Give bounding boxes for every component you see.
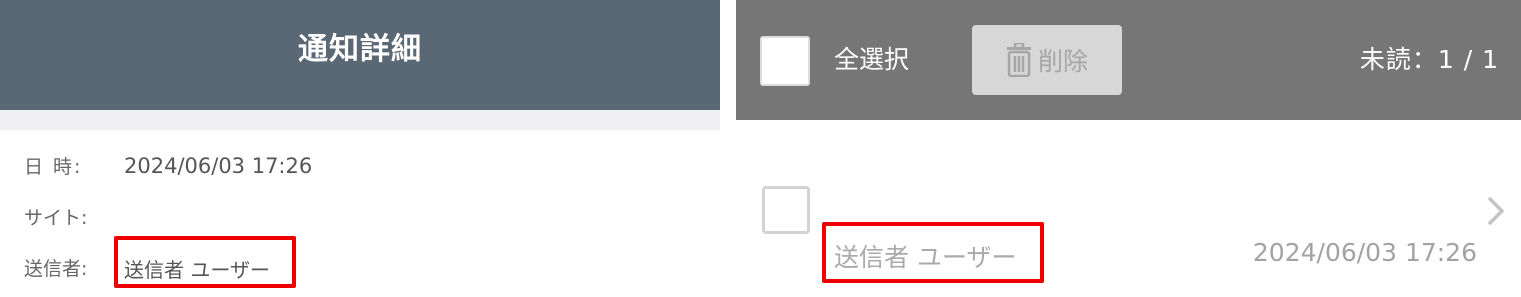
site-label: サイト:	[24, 207, 88, 229]
sender-highlight-box	[114, 236, 296, 288]
notification-detail-panel: 通知詳細 日 時: 2024/06/03 17:26 サイト: 送信者: 送信者…	[0, 0, 720, 297]
list-item-date: 2024/06/03 17:26	[1252, 238, 1477, 267]
select-all-label[interactable]: 全選択	[834, 40, 909, 76]
detail-row-sender: 送信者:	[24, 254, 116, 281]
trash-icon	[1006, 43, 1031, 77]
datetime-value: 2024/06/03 17:26	[124, 153, 313, 178]
detail-row-site: サイト:	[24, 203, 87, 230]
select-all-checkbox[interactable]	[760, 36, 810, 86]
delete-button[interactable]: 削除	[972, 25, 1122, 95]
screenshot-root: 通知詳細 日 時: 2024/06/03 17:26 サイト: 送信者: 送信者…	[0, 0, 1521, 297]
chevron-right-icon[interactable]	[1485, 196, 1507, 226]
datetime-label: 日 時:	[24, 156, 83, 178]
delete-label: 削除	[1037, 47, 1088, 76]
notification-list-panel: 全選択 削除 未読：1 / 1 送信者 ユーザー 2024/06/03 17:2…	[736, 0, 1521, 297]
detail-row-datetime: 日 時: 2024/06/03 17:26	[24, 152, 312, 179]
sender-label: 送信者:	[24, 258, 88, 280]
list-item-checkbox[interactable]	[762, 186, 810, 234]
unread-count: 未読：1 / 1	[1359, 45, 1499, 74]
page-title: 通知詳細	[298, 32, 422, 67]
sender-highlight-box	[822, 222, 1044, 283]
list-toolbar: 全選択 削除 未読：1 / 1	[736, 0, 1521, 120]
detail-header: 通知詳細	[0, 0, 720, 110]
header-divider-strip	[0, 110, 720, 130]
